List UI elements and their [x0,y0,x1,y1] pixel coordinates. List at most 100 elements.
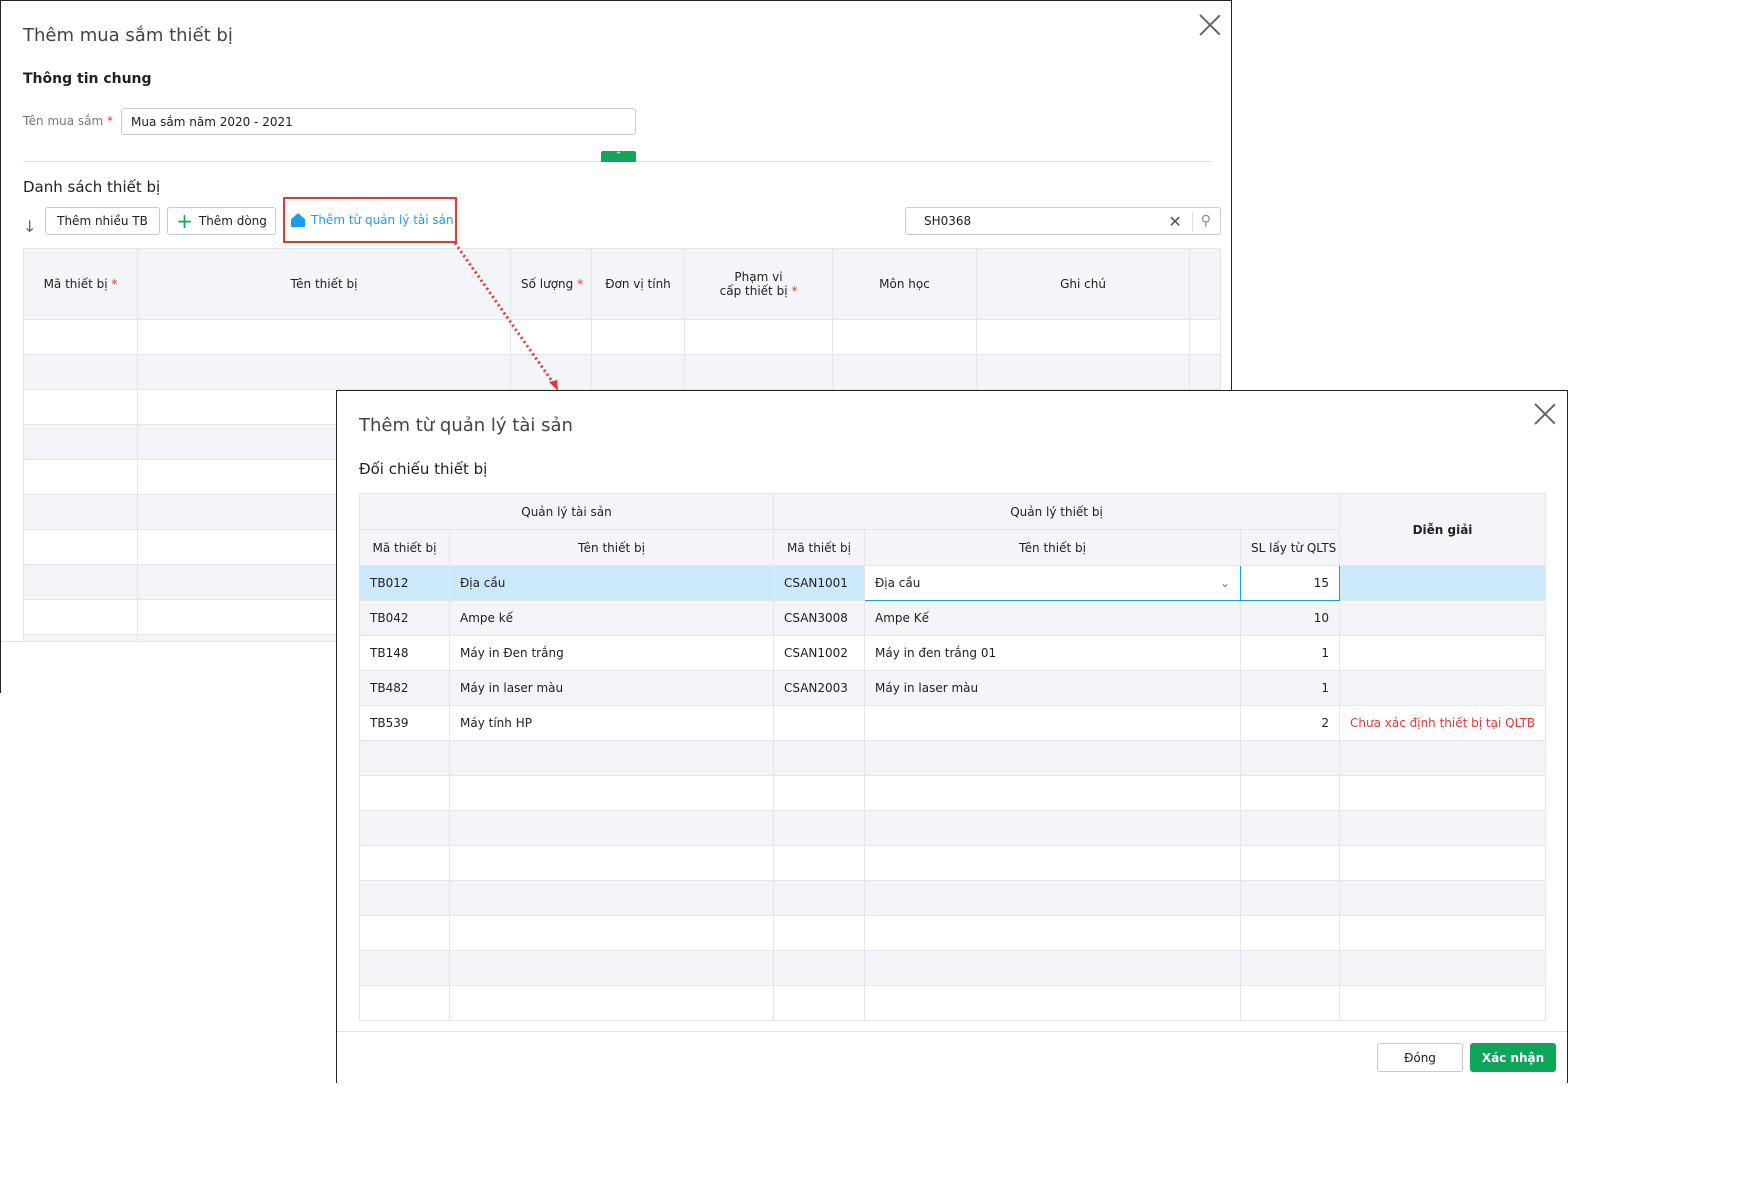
qty-input[interactable]: 15 [1240,565,1340,601]
cell-qty[interactable] [1240,915,1340,951]
cell-device-name[interactable] [864,740,1241,776]
cell-asset-code[interactable] [359,810,450,846]
table-row[interactable] [359,985,1546,1021]
popup-title: Thêm từ quản lý tài sản [359,415,573,436]
cell-device-code[interactable] [773,880,865,916]
cell-asset-code[interactable]: TB539 [359,705,450,741]
cell-asset-name[interactable]: Địa cầu [449,565,774,601]
cell-device-code[interactable] [773,985,865,1021]
cell-qty[interactable] [1240,950,1340,986]
cell-asset-name[interactable] [449,985,774,1021]
cell-device-name[interactable] [864,950,1241,986]
table-row[interactable]: TB012 Địa cầu CSAN1001 Địa cầu ⌄ 15 [359,565,1546,601]
col-device-code: Mã thiết bị [773,529,865,566]
cell-asset-code[interactable]: TB482 [359,670,450,706]
cell-device-name[interactable] [864,775,1241,811]
cell-asset-name[interactable] [449,775,774,811]
cell-asset-code[interactable]: TB012 [359,565,450,601]
close-icon[interactable] [1534,403,1556,425]
table-row[interactable] [359,950,1546,986]
cell-device-code[interactable]: CSAN1002 [773,635,865,671]
table-row[interactable] [359,740,1546,776]
cell-note[interactable] [1339,775,1546,811]
cell-device-name[interactable]: Máy in laser màu [864,670,1241,706]
confirm-button[interactable]: Xác nhận [1470,1043,1556,1072]
cell-qty[interactable]: 1 [1240,635,1340,671]
table-row[interactable] [359,775,1546,811]
cell-note[interactable] [1339,670,1546,706]
cell-qty[interactable] [1240,810,1340,846]
cell-asset-code[interactable] [359,950,450,986]
table-row[interactable] [359,915,1546,951]
table-row[interactable] [359,880,1546,916]
cell-device-name[interactable] [864,810,1241,846]
cell-note[interactable] [1339,950,1546,986]
table-row[interactable]: TB482 Máy in laser màu CSAN2003 Máy in lase… [359,670,1546,706]
cell-device-name[interactable] [864,845,1241,881]
cell-asset-name[interactable] [449,915,774,951]
table-row[interactable] [359,845,1546,881]
cell-qty[interactable]: 10 [1240,600,1340,636]
cell-device-code[interactable]: CSAN1001 [773,565,865,601]
cell-asset-code[interactable] [359,915,450,951]
cell-device-code[interactable] [773,950,865,986]
cell-device-name[interactable] [864,705,1241,741]
cell-device-code[interactable] [773,775,865,811]
cell-asset-name[interactable] [449,950,774,986]
cell-asset-code[interactable] [359,845,450,881]
cell-asset-code[interactable] [359,740,450,776]
add-from-asset-dialog: Thêm từ quản lý tài sản Đối chiếu thiết … [336,390,1568,1083]
table-row[interactable]: TB042 Ampe kế CSAN3008 Ampe Kế 10 [359,600,1546,636]
cell-note[interactable] [1339,985,1546,1021]
cell-device-name[interactable] [864,985,1241,1021]
cell-device-name[interactable]: Máy in đen trắng 01 [864,635,1241,671]
cell-device-code[interactable] [773,845,865,881]
cell-note[interactable] [1339,565,1546,601]
cell-asset-name[interactable]: Máy in laser màu [449,670,774,706]
cell-qty[interactable] [1240,845,1340,881]
col-asset-code: Mã thiết bị [359,529,450,566]
cell-note[interactable] [1339,740,1546,776]
table-row[interactable]: TB539 Máy tính HP 2 Chưa xác định thiết bị … [359,705,1546,741]
cell-note[interactable] [1339,600,1546,636]
cell-asset-code[interactable]: TB148 [359,635,450,671]
cell-device-name[interactable]: Ampe Kế [864,600,1241,636]
cell-note[interactable] [1339,880,1546,916]
cell-asset-name[interactable] [449,810,774,846]
cell-device-code[interactable] [773,810,865,846]
cell-qty[interactable] [1240,880,1340,916]
cell-asset-code[interactable]: TB042 [359,600,450,636]
cell-note[interactable]: Chưa xác định thiết bị tại QLTB [1339,705,1546,741]
cell-qty[interactable] [1240,740,1340,776]
cell-asset-name[interactable]: Máy tính HP [449,705,774,741]
group-asset: Quản lý tài sản [359,493,774,530]
device-select[interactable]: Địa cầu ⌄ [864,565,1241,601]
cell-note[interactable] [1339,810,1546,846]
cell-asset-name[interactable] [449,880,774,916]
cell-device-code[interactable] [773,915,865,951]
cell-asset-name[interactable]: Ampe kế [449,600,774,636]
cell-qty[interactable] [1240,775,1340,811]
cell-note[interactable] [1339,845,1546,881]
cell-asset-code[interactable] [359,775,450,811]
cell-device-code[interactable] [773,740,865,776]
table-row[interactable] [359,810,1546,846]
cell-device-code[interactable] [773,705,865,741]
cell-device-code[interactable]: CSAN2003 [773,670,865,706]
cell-qty[interactable] [1240,985,1340,1021]
cell-asset-code[interactable] [359,985,450,1021]
cell-qty[interactable]: 1 [1240,670,1340,706]
cell-device-code[interactable]: CSAN3008 [773,600,865,636]
cell-asset-name[interactable] [449,845,774,881]
close-button[interactable]: Đóng [1377,1043,1463,1072]
cell-note[interactable] [1339,635,1546,671]
cell-asset-name[interactable] [449,740,774,776]
cell-note[interactable] [1339,915,1546,951]
cell-qty[interactable]: 2 [1240,705,1340,741]
cell-device-name[interactable] [864,880,1241,916]
cell-asset-code[interactable] [359,880,450,916]
cell-asset-name[interactable]: Máy in Đen trắng [449,635,774,671]
cell-device-name[interactable] [864,915,1241,951]
table-row[interactable]: TB148 Máy in Đen trắng CSAN1002 Máy in đen … [359,635,1546,671]
chevron-down-icon[interactable]: ⌄ [1220,576,1230,590]
